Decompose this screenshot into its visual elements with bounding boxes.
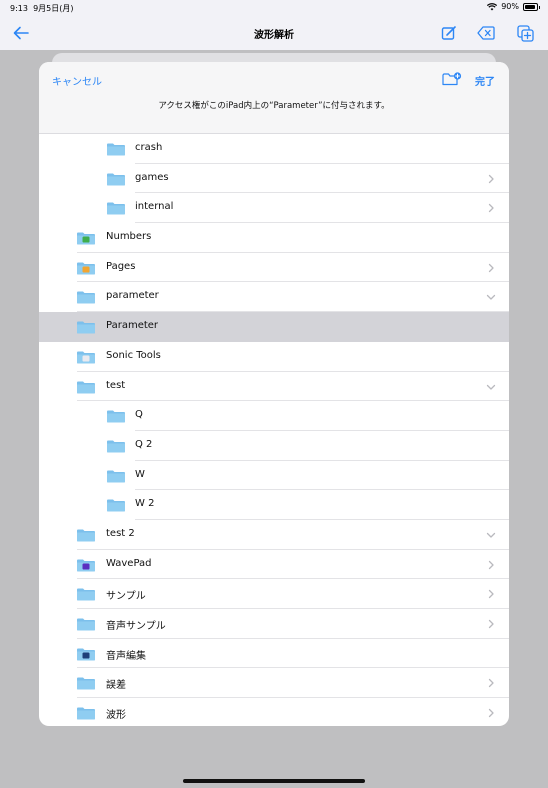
- folder-row[interactable]: 音声編集: [39, 639, 509, 669]
- folder-row[interactable]: games: [39, 164, 509, 194]
- folder-icon: [107, 499, 125, 512]
- chevron-right-icon[interactable]: [486, 263, 496, 273]
- status-right: 90%: [487, 2, 540, 11]
- folder-name: W 2: [135, 498, 155, 510]
- plus-square-on-square-icon: [516, 24, 534, 42]
- folder-name: Pages: [106, 260, 136, 272]
- folder-row[interactable]: test 2: [39, 520, 509, 550]
- home-indicator[interactable]: [183, 779, 365, 783]
- status-date: 9月5日(月): [33, 4, 74, 13]
- audio-edit-folder-icon: [77, 648, 95, 661]
- folder-name: 誤差: [106, 680, 126, 692]
- folder-picker-sheet: キャンセル 完了 アクセス権がこのiPad内上の“Parameter”に付与され…: [39, 62, 509, 726]
- folder-icon: [107, 470, 125, 483]
- chevron-right-icon[interactable]: [486, 589, 496, 599]
- folder-name: 音声編集: [106, 650, 146, 662]
- access-description: アクセス権がこのiPad内上の“Parameter”に付与されます。: [158, 101, 390, 111]
- folder-row[interactable]: Pages: [39, 253, 509, 283]
- page-title: 波形解析: [254, 30, 294, 41]
- chevron-right-icon[interactable]: [486, 203, 496, 213]
- edit-button[interactable]: [440, 24, 458, 42]
- folder-row[interactable]: サンプル: [39, 579, 509, 609]
- folder-row[interactable]: Sonic Tools: [39, 342, 509, 372]
- folder-name: サンプル: [106, 591, 146, 603]
- status-time: 9:13 9月5日(月): [10, 4, 74, 13]
- chevron-down-icon[interactable]: [486, 382, 496, 392]
- folder-name: Sonic Tools: [106, 349, 161, 361]
- folder-name: internal: [135, 201, 174, 213]
- chevron-down-icon[interactable]: [486, 530, 496, 540]
- status-bar: 9:13 9月5日(月) 90%: [0, 0, 548, 16]
- folder-name: Q: [135, 409, 143, 421]
- sheet-header: キャンセル 完了 アクセス権がこのiPad内上の“Parameter”に付与され…: [39, 62, 509, 134]
- folder-name: Parameter: [106, 320, 159, 332]
- folder-row[interactable]: WavePad: [39, 550, 509, 580]
- compose-icon: [441, 26, 456, 40]
- folder-row[interactable]: Q 2: [39, 431, 509, 461]
- folder-name: Q 2: [135, 438, 153, 450]
- folder-row[interactable]: Parameter: [39, 312, 509, 342]
- folder-icon: [107, 202, 125, 215]
- folder-name: parameter: [106, 290, 159, 302]
- chevron-down-icon[interactable]: [486, 292, 496, 302]
- chevron-right-icon[interactable]: [486, 708, 496, 718]
- wavepad-folder-icon: [77, 559, 95, 572]
- folder-row[interactable]: 音声サンプル: [39, 609, 509, 639]
- sonic-tools-folder-icon: [77, 351, 95, 364]
- folder-name: W: [135, 468, 145, 480]
- folder-row[interactable]: W 2: [39, 490, 509, 520]
- folder-row[interactable]: Q: [39, 401, 509, 431]
- folder-name: test 2: [106, 527, 135, 539]
- chevron-right-icon[interactable]: [486, 678, 496, 688]
- chevron-right-icon[interactable]: [486, 174, 496, 184]
- folder-name: WavePad: [106, 557, 152, 569]
- cancel-button[interactable]: キャンセル: [52, 73, 102, 88]
- folder-icon: [77, 618, 95, 631]
- folder-name: 波形: [106, 710, 126, 722]
- folder-name: 音声サンプル: [106, 621, 166, 632]
- navigation-bar: 波形解析: [0, 16, 548, 50]
- folder-icon: [107, 173, 125, 186]
- folder-row[interactable]: Numbers: [39, 223, 509, 253]
- battery-icon: [523, 2, 540, 11]
- folder-icon: [107, 143, 125, 156]
- chevron-right-icon[interactable]: [486, 619, 496, 629]
- folder-icon: [107, 440, 125, 453]
- new-folder-icon[interactable]: [442, 72, 462, 86]
- folder-icon: [77, 529, 95, 542]
- delete-button[interactable]: [477, 24, 495, 42]
- folder-row[interactable]: internal: [39, 193, 509, 224]
- folder-name: crash: [135, 142, 163, 153]
- folder-name: test: [106, 379, 126, 391]
- folder-icon: [107, 410, 125, 423]
- folder-row[interactable]: test: [39, 372, 509, 402]
- folder-list: crash games internal Numbers Pages parameter P…: [39, 134, 509, 726]
- battery-percent: 90%: [501, 2, 519, 11]
- folder-row[interactable]: parameter: [39, 282, 509, 313]
- folder-icon: [77, 291, 95, 304]
- folder-icon: [77, 677, 95, 690]
- folder-row[interactable]: crash: [39, 134, 509, 164]
- folder-icon: [77, 707, 95, 720]
- folder-icon: [77, 321, 95, 334]
- done-button[interactable]: 完了: [475, 73, 495, 88]
- pages-app-folder-icon: [77, 262, 95, 275]
- numbers-app-folder-icon: [77, 232, 95, 245]
- folder-icon: [77, 588, 95, 601]
- folder-row[interactable]: W: [39, 461, 509, 491]
- folder-icon: [77, 381, 95, 393]
- chevron-right-icon[interactable]: [486, 560, 496, 570]
- folder-name: games: [135, 171, 169, 183]
- delete-left-icon: [477, 26, 495, 40]
- folder-row[interactable]: 波形: [39, 698, 509, 726]
- folder-name: Numbers: [106, 231, 152, 243]
- wifi-icon: [487, 2, 498, 10]
- folder-row[interactable]: 誤差: [39, 668, 509, 699]
- duplicate-button[interactable]: [516, 24, 534, 42]
